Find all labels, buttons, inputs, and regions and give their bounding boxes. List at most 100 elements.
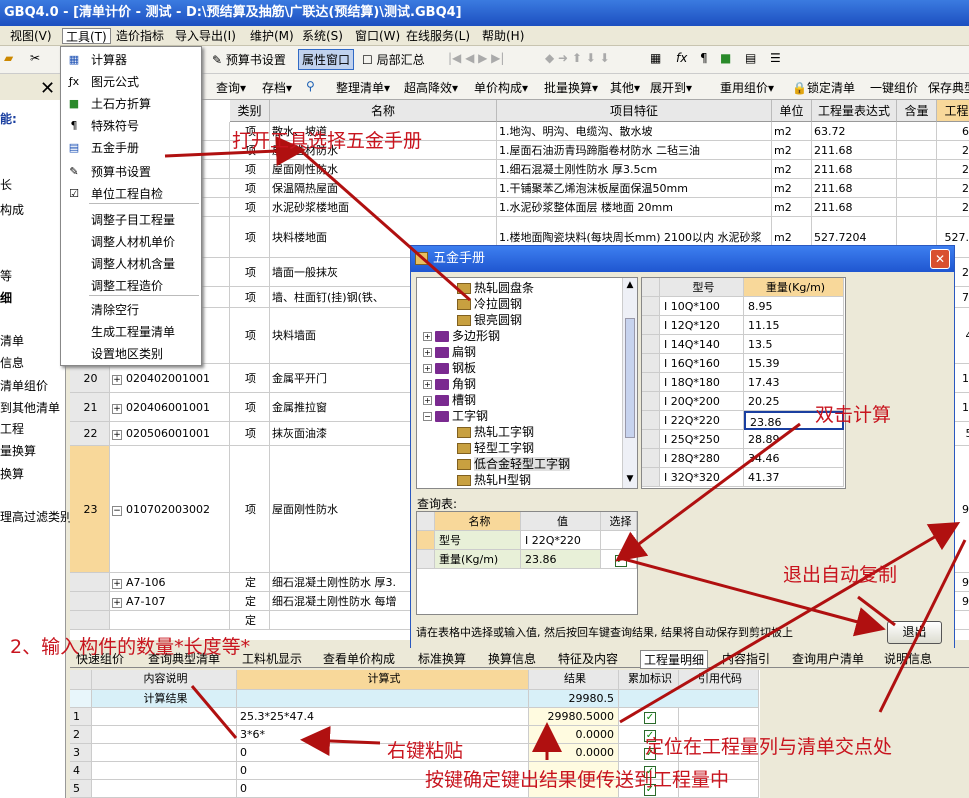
spec-model[interactable]: I 10Q*100	[660, 297, 744, 316]
expand-toggle-icon[interactable]: −	[112, 506, 122, 516]
tab-notes[interactable]: 说明信息	[884, 650, 932, 667]
calc-row-ref[interactable]	[679, 708, 759, 726]
calc-row-desc[interactable]	[92, 762, 237, 780]
query-value-model[interactable]: I 22Q*220	[521, 531, 601, 550]
calc-header-ref-code[interactable]: 引用代码	[679, 670, 759, 690]
spec-model[interactable]: I 28Q*280	[660, 449, 744, 468]
spec-model[interactable]: I 32Q*320	[660, 468, 744, 487]
formula-icon[interactable]: fx	[676, 51, 687, 65]
spec-weight[interactable]: 8.95	[744, 297, 844, 316]
spec-model[interactable]: I 25Q*250	[660, 430, 744, 449]
tree-node-3[interactable]: + 多边形钢	[423, 328, 500, 344]
spec-weight[interactable]: 11.15	[744, 316, 844, 335]
scroll-down-icon[interactable]: ▼	[624, 474, 636, 486]
calc-row-expr[interactable]: 0	[237, 744, 529, 762]
left-item-7[interactable]: 清单组价	[0, 377, 48, 394]
col-header-unit[interactable]: 单位	[772, 100, 812, 122]
save-typical-button[interactable]: 保存典型	[928, 79, 969, 96]
menu-tools[interactable]: 工具(T)	[62, 28, 111, 44]
calc-header-desc[interactable]: 内容说明	[92, 670, 237, 690]
col-header-quantity[interactable]: 工程	[937, 100, 969, 122]
expand-toggle-icon[interactable]: +	[423, 364, 432, 373]
dropdown-item-12[interactable]: 生成工程量清单	[61, 321, 201, 343]
expand-toggle-icon[interactable]: +	[112, 404, 122, 414]
one-key-pricing-button[interactable]: 一键组价	[870, 79, 918, 96]
left-item-9[interactable]: 工程	[0, 420, 24, 437]
tree-scroll-thumb[interactable]	[625, 318, 635, 438]
row-feature[interactable]: 1.地沟、明沟、电缆沟、散水坡	[497, 122, 772, 141]
binoculars-icon[interactable]: ⚲	[306, 79, 315, 93]
tab-user-list[interactable]: 查询用户清单	[792, 650, 864, 667]
col-header-expr[interactable]: 工程量表达式	[812, 100, 897, 122]
row-expr[interactable]: 211.68	[812, 179, 897, 198]
tree-node-12[interactable]: 热轧H型钢	[457, 472, 531, 488]
row-feature[interactable]: 1.干铺聚苯乙烯泡沫板屋面保温50mm	[497, 179, 772, 198]
query-value-weight[interactable]: 23.86	[521, 550, 601, 569]
spec-model[interactable]: I 18Q*180	[660, 373, 744, 392]
row-quantity[interactable]: 63	[937, 122, 969, 141]
row-expr[interactable]: 211.68	[812, 141, 897, 160]
row-feature[interactable]: 1.水泥砂浆整体面层 楼地面 20mm	[497, 198, 772, 217]
calc-row-expr[interactable]: 25.3*25*47.4	[237, 708, 529, 726]
handbook-icon[interactable]: ▤	[745, 51, 756, 65]
row-unit[interactable]: m2	[772, 198, 812, 217]
pilcrow-icon[interactable]: ¶	[700, 51, 708, 65]
dropdown-item-8[interactable]: 调整人材机单价	[61, 231, 201, 253]
menu-import-export[interactable]: 导入导出(I)	[175, 28, 236, 44]
spec-model[interactable]: I 12Q*120	[660, 316, 744, 335]
tree-node-11[interactable]: 低合金轻型工字钢	[457, 456, 571, 472]
tab-materials[interactable]: 工料机显示	[242, 650, 302, 667]
spec-weight[interactable]: 41.37	[744, 468, 844, 487]
row-expr[interactable]: 63.72	[812, 122, 897, 141]
tab-features[interactable]: 特征及内容	[558, 650, 618, 667]
dropdown-item-13[interactable]: 设置地区类别	[61, 343, 201, 365]
expand-toggle-icon[interactable]: −	[423, 412, 432, 421]
row-unit[interactable]: m2	[772, 179, 812, 198]
tab-quantity-detail[interactable]: 工程量明细	[640, 650, 709, 669]
row-name[interactable]: 屋面刚性防水	[270, 160, 497, 179]
dropdown-item-6[interactable]: ☑ 单位工程自检	[61, 183, 201, 205]
dropdown-item-11[interactable]: 清除空行	[61, 299, 201, 321]
tree-node-10[interactable]: 轻型工字钢	[457, 440, 534, 456]
row-unit[interactable]: m2	[772, 160, 812, 179]
query-select-weight[interactable]: ✓	[601, 550, 637, 569]
row-content[interactable]	[897, 141, 937, 160]
expand-toggle-icon[interactable]: +	[112, 430, 122, 440]
calc-row-accumulate[interactable]: ✓	[619, 708, 679, 726]
close-icon[interactable]: ✕	[40, 78, 55, 99]
lock-list-button[interactable]: 🔒锁定清单	[792, 79, 855, 96]
row-feature[interactable]: 1.细石混凝土刚性防水 厚3.5cm	[497, 160, 772, 179]
expand-toggle-icon[interactable]: +	[423, 396, 432, 405]
row-content[interactable]	[897, 160, 937, 179]
dropdown-item-3[interactable]: ¶ 特殊符号	[61, 115, 201, 137]
tree-node-6[interactable]: + 角钢	[423, 376, 476, 392]
reuse-pricing-button[interactable]: 重用组价▾	[720, 79, 774, 96]
tree-node-0[interactable]: 热轧圆盘条	[457, 280, 534, 296]
left-item-8[interactable]: 到其他清单	[0, 399, 60, 416]
expand-toggle-icon[interactable]: +	[112, 579, 122, 589]
spec-model[interactable]: I 22Q*220	[660, 411, 744, 430]
left-item-5[interactable]: 清单	[0, 332, 24, 349]
local-summary-toggle[interactable]: ☐ 局部汇总	[362, 51, 425, 68]
tree-node-2[interactable]: 银亮圆钢	[457, 312, 522, 328]
dropdown-item-9[interactable]: 调整人材机含量	[61, 253, 201, 275]
row-content[interactable]	[897, 179, 937, 198]
row-name[interactable]: 保温隔热屋面	[270, 179, 497, 198]
expand-toggle-icon[interactable]: +	[423, 380, 432, 389]
calculator-icon[interactable]: ▦	[650, 51, 661, 65]
tab-content-guide[interactable]: 内容指引	[722, 650, 770, 667]
move-arrows-icon[interactable]: ◆ ➜ ⬆ ⬇ ⬇	[545, 51, 610, 65]
left-item-3[interactable]: 等	[0, 267, 12, 284]
dialog-titlebar[interactable]: 五金手册	[411, 246, 954, 272]
spec-model[interactable]: I 16Q*160	[660, 354, 744, 373]
other-button[interactable]: 其他▾	[610, 79, 640, 96]
unit-price-button[interactable]: 单价构成▾	[474, 79, 528, 96]
row-content[interactable]	[897, 198, 937, 217]
row-unit[interactable]: m2	[772, 141, 812, 160]
tree-node-8[interactable]: − 工字钢	[423, 408, 488, 424]
dropdown-item-7[interactable]: 调整子目工程量	[61, 209, 201, 231]
dropdown-item-10[interactable]: 调整工程造价	[61, 275, 201, 297]
row-quantity[interactable]: 21	[937, 198, 969, 217]
expand-toggle-icon[interactable]: +	[423, 348, 432, 357]
dropdown-item-5[interactable]: ✎ 预算书设置	[61, 161, 201, 183]
